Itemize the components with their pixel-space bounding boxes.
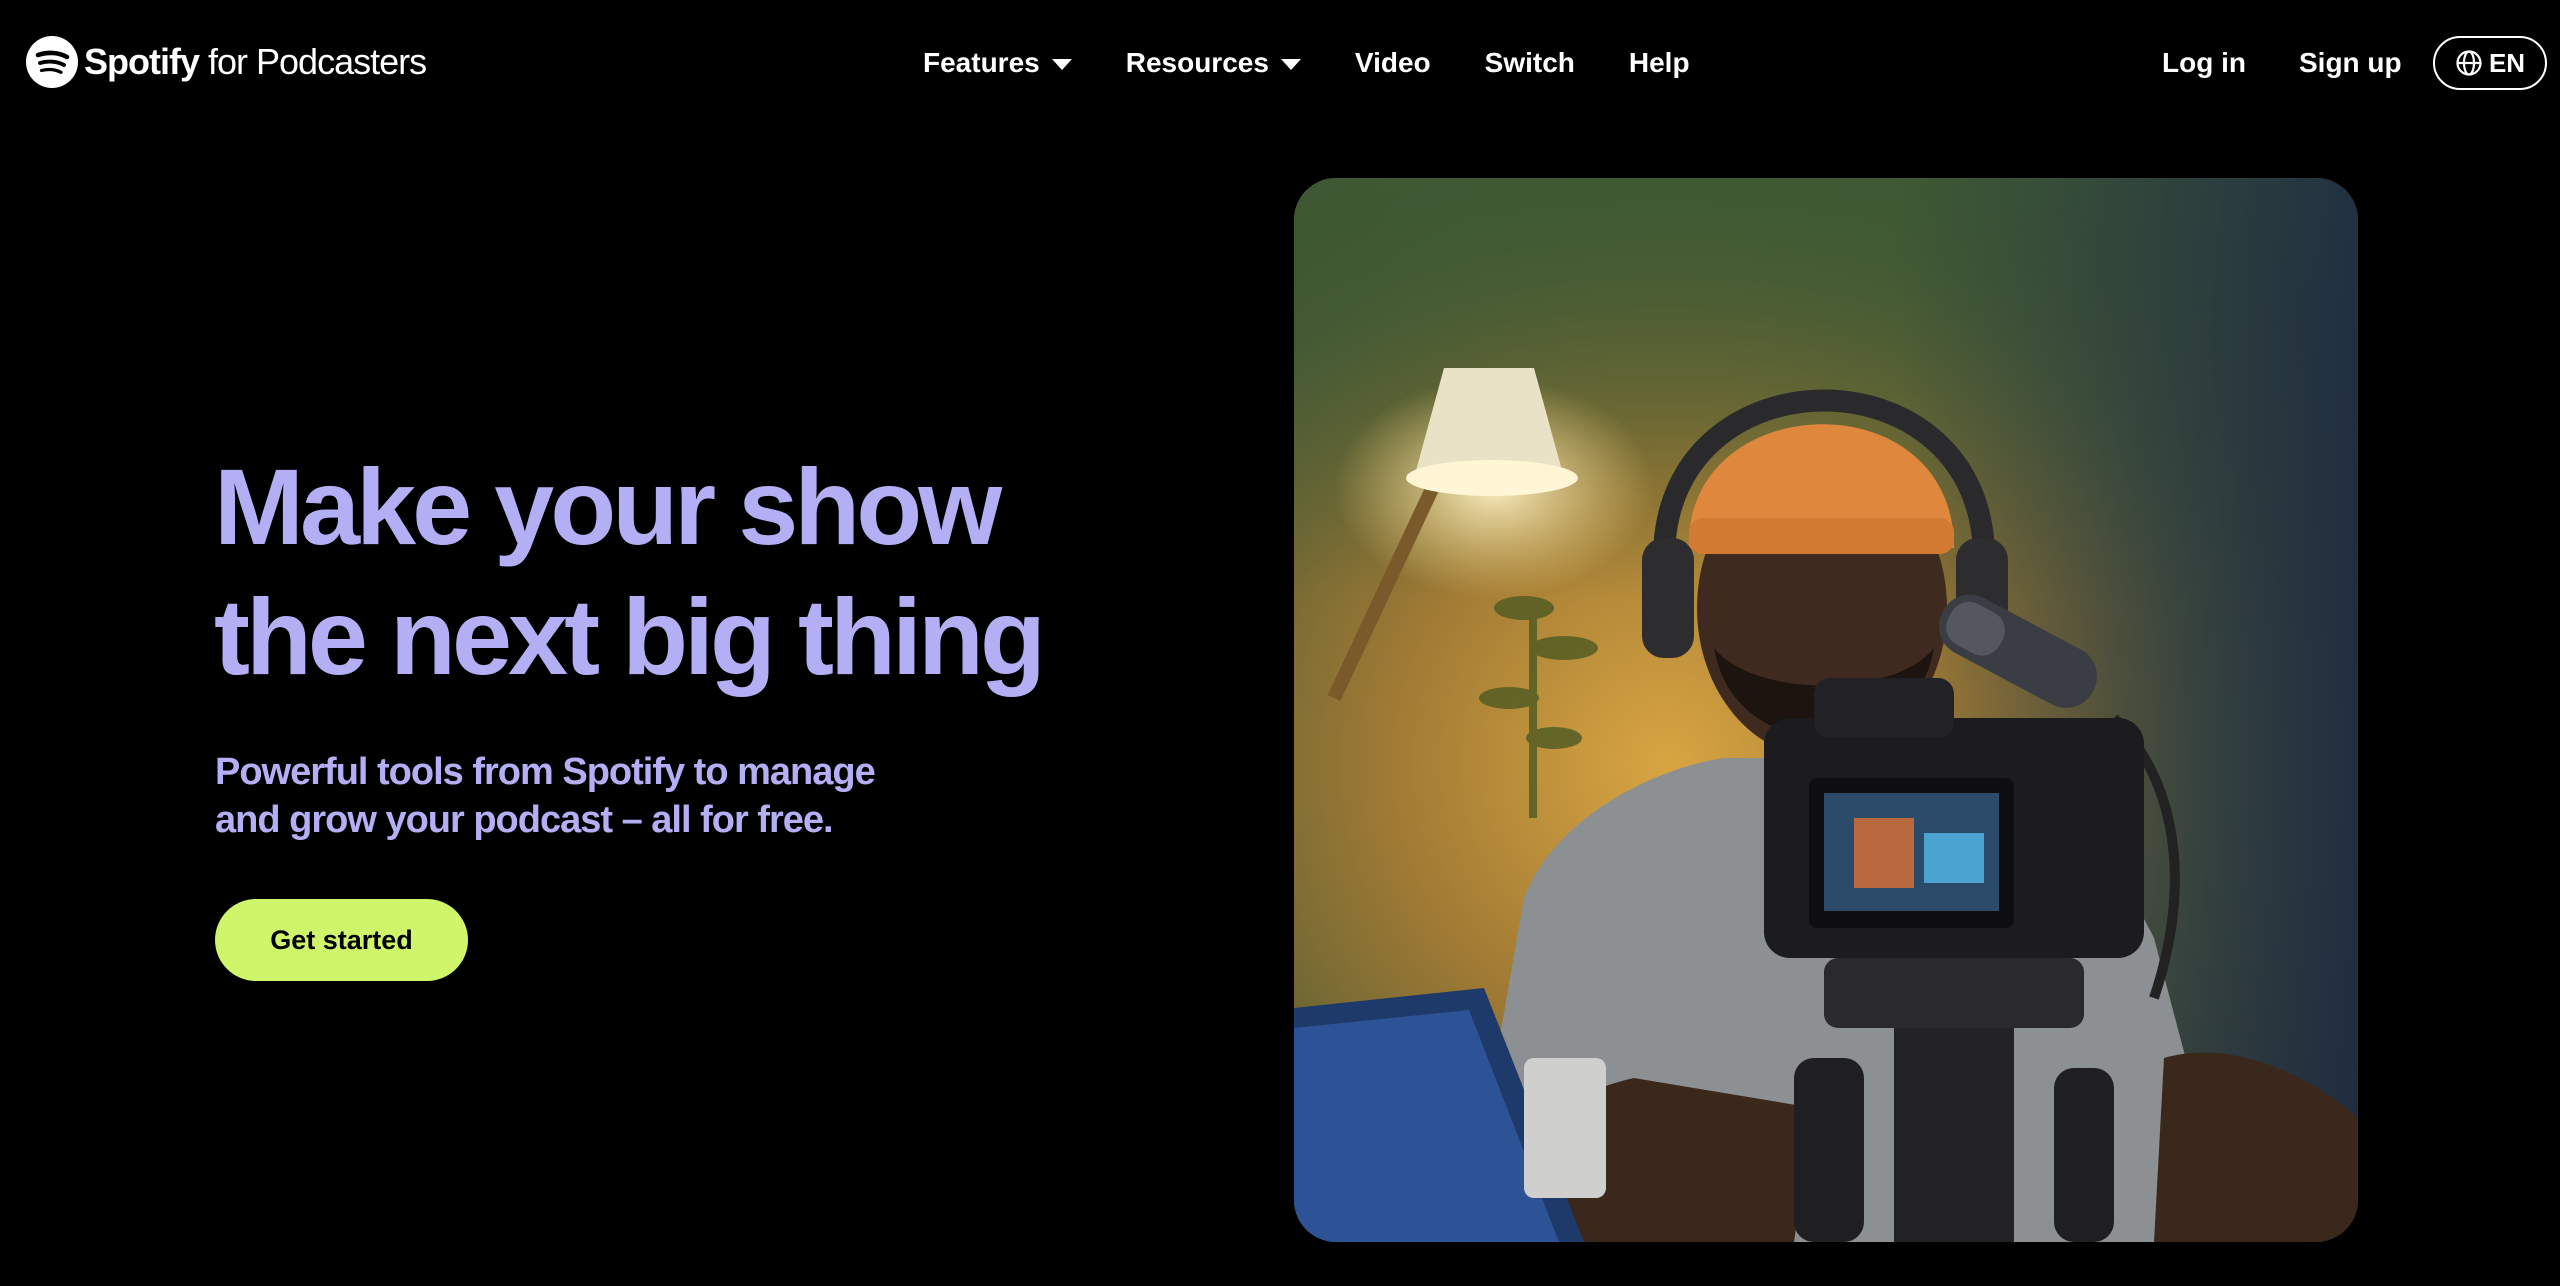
podcaster-illustration [1294, 178, 2358, 1242]
hero-title-line: the next big thing [214, 576, 1046, 697]
nav-item-label: Resources [1125, 47, 1269, 78]
caret-down-icon [1280, 58, 1301, 70]
language-selector-button[interactable]: EN [2433, 36, 2547, 90]
nav-item-label: Switch [1484, 47, 1575, 78]
spotify-logo-icon [26, 36, 78, 88]
hero-subtitle-line: and grow your podcast – all for free. [215, 799, 834, 841]
hero-title: Make your show the next big thing [214, 442, 1114, 702]
auth-links: Log in Sign up [2162, 42, 2402, 84]
brand-home-link[interactable]: Spotify for Podcasters [26, 34, 427, 90]
hero-video-image [1294, 178, 2358, 1242]
main-nav: Features Resources Video Switch Help [923, 42, 1690, 84]
nav-item-video[interactable]: Video [1355, 47, 1431, 79]
site-header: Spotify for Podcasters Features Resource… [0, 0, 2560, 126]
nav-item-help[interactable]: Help [1629, 47, 1690, 79]
login-link[interactable]: Log in [2162, 47, 2246, 79]
caret-down-icon [1051, 58, 1072, 70]
nav-item-label: Video [1354, 47, 1431, 78]
get-started-button[interactable]: Get started [215, 899, 468, 981]
brand-name: Spotify [84, 41, 200, 82]
language-label: EN [2488, 47, 2526, 78]
nav-item-resources[interactable]: Resources [1126, 47, 1301, 79]
hero-title-line: Make your show [214, 446, 1002, 567]
nav-item-features[interactable]: Features [923, 47, 1072, 79]
nav-item-label: Help [1628, 47, 1690, 78]
signup-link[interactable]: Sign up [2299, 47, 2402, 79]
brand-suffix: for Podcasters [208, 41, 427, 82]
nav-item-switch[interactable]: Switch [1485, 47, 1575, 79]
nav-item-label: Features [923, 47, 1040, 78]
globe-icon [2456, 50, 2482, 76]
hero-subtitle-line: Powerful tools from Spotify to manage [215, 751, 876, 793]
hero-subtitle: Powerful tools from Spotify to manage an… [215, 748, 975, 844]
